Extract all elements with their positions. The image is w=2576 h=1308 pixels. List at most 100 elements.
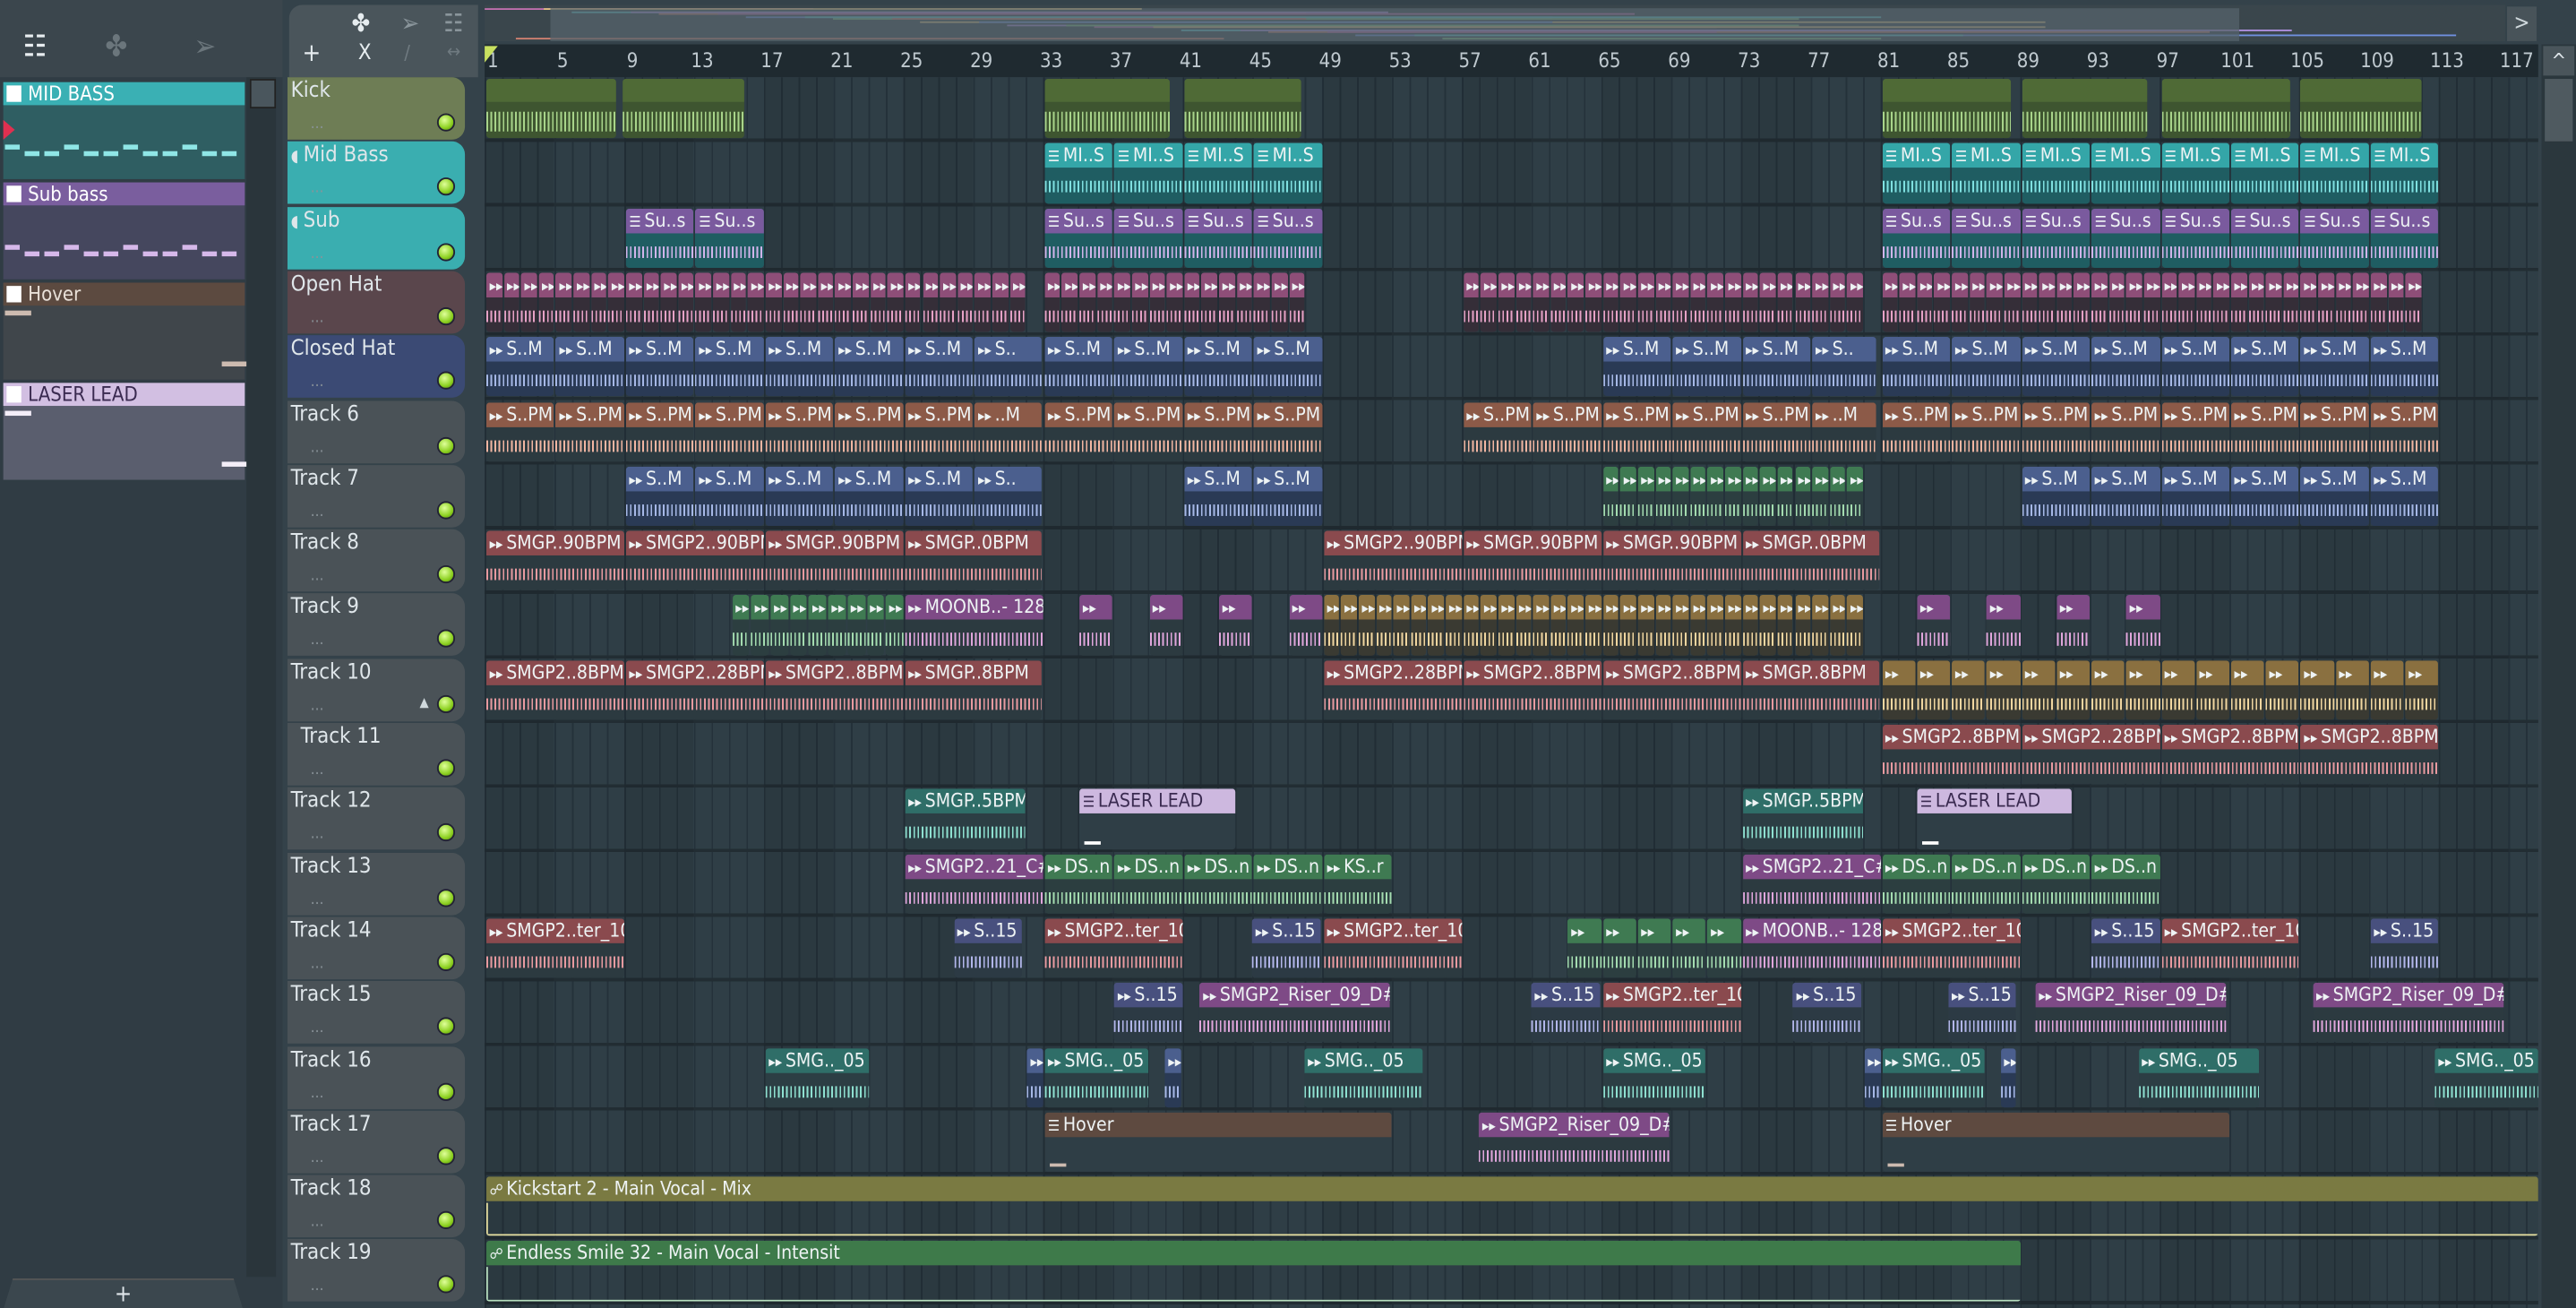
- playlist-clip[interactable]: ▸▸ S..PM: [1882, 401, 1951, 462]
- playlist-clip[interactable]: ▸▸: [940, 272, 956, 332]
- playlist-clip[interactable]: ▸▸ DS..n: [1114, 854, 1183, 914]
- playlist-clip[interactable]: ▸▸ S..M: [1184, 466, 1253, 527]
- playlist-clip[interactable]: ▸▸: [1079, 595, 1113, 656]
- automation-icon[interactable]: ➢: [193, 30, 216, 65]
- playlist-clip[interactable]: ▸▸ S..PM: [905, 401, 974, 462]
- add-pattern-button[interactable]: +: [3, 1278, 244, 1308]
- track-header[interactable]: Track 14…: [287, 916, 466, 979]
- playlist-clip[interactable]: ▸▸: [1516, 595, 1532, 656]
- playlist-clip[interactable]: ▸▸: [1567, 595, 1584, 656]
- playlist-clip[interactable]: ▸▸: [1585, 595, 1601, 656]
- playlist-clip[interactable]: ▸▸ SMGP..90BPM: [1463, 530, 1601, 591]
- playlist-clip[interactable]: ▸▸: [2213, 272, 2229, 332]
- playlist-clip[interactable]: ▸▸: [922, 272, 939, 332]
- playlist-clip[interactable]: ▸▸: [1829, 466, 1846, 527]
- playlist-clip[interactable]: ▸▸ S..PM: [1672, 401, 1741, 462]
- playlist-clip[interactable]: ☰ Su..s: [1253, 208, 1323, 268]
- track-mute-led[interactable]: [436, 1081, 456, 1100]
- playlist-clip[interactable]: ▸▸ S..M: [2300, 337, 2369, 397]
- scroll-right-button[interactable]: >: [2506, 6, 2537, 41]
- playlist-clip[interactable]: ▸▸: [887, 272, 904, 332]
- track-mute-led[interactable]: [436, 565, 456, 584]
- track-menu-dots[interactable]: …: [311, 762, 324, 779]
- track-header[interactable]: Track 15…: [287, 981, 466, 1045]
- playlist-clip[interactable]: ☰ Su..s: [2370, 208, 2439, 268]
- playlist-clip[interactable]: ▸▸: [992, 272, 1009, 332]
- stretch-icon[interactable]: ↔: [447, 41, 460, 63]
- playlist-clip[interactable]: ▸▸: [1271, 272, 1288, 332]
- playlist-clip[interactable]: ▸▸ S..PM: [555, 401, 624, 462]
- playlist-clip[interactable]: ▸▸: [1219, 595, 1253, 656]
- playlist-clip[interactable]: ▸▸: [1742, 595, 1759, 656]
- playlist-clip[interactable]: ▸▸ S..15: [1252, 918, 1321, 978]
- playlist-clip[interactable]: ▸▸: [847, 595, 865, 656]
- playlist-clip[interactable]: ▸▸ SMG.._05: [2138, 1047, 2260, 1107]
- playlist-clip[interactable]: ▸▸: [783, 272, 799, 332]
- playlist-clip[interactable]: [2300, 79, 2422, 139]
- playlist-clip[interactable]: ▸▸: [625, 272, 642, 332]
- playlist-clip[interactable]: ▸▸: [975, 272, 991, 332]
- playlist-clip[interactable]: ▸▸ S..15: [1792, 983, 1861, 1043]
- playlist-clip[interactable]: ▸▸ S..M: [905, 466, 974, 527]
- playlist-clip[interactable]: ☰ Su..s: [2300, 208, 2369, 268]
- playlist-clip[interactable]: ▸▸ S..M: [2160, 466, 2229, 527]
- playlist-clip[interactable]: ▸▸: [2125, 272, 2142, 332]
- playlist-clip[interactable]: ▸▸ S..PM: [765, 401, 834, 462]
- playlist-clip[interactable]: ▸▸: [1899, 272, 1916, 332]
- playlist-clip[interactable]: ▸▸ S..M: [1044, 337, 1113, 397]
- playlist-clip[interactable]: ▸▸ S..M: [2160, 337, 2229, 397]
- playlist-clip[interactable]: ▸▸ S..PM: [1952, 401, 2021, 462]
- playlist-clip[interactable]: ▸▸ S..PM: [2300, 401, 2369, 462]
- track-menu-dots[interactable]: …: [311, 440, 324, 456]
- playlist-clip[interactable]: ▸▸: [503, 272, 520, 332]
- playlist-clip[interactable]: ▸▸: [1812, 595, 1828, 656]
- playlist-clip[interactable]: ▸▸: [1236, 272, 1253, 332]
- playlist-clip[interactable]: ▸▸ S..M: [765, 466, 834, 527]
- playlist-clip[interactable]: ▸▸ S..M: [1672, 337, 1741, 397]
- playlist-clip[interactable]: ▸▸ SMGP2..8BPM: [485, 659, 624, 720]
- playlist-clip[interactable]: ☰ Su..s: [1184, 208, 1253, 268]
- playlist-clip[interactable]: ☰ MI..S: [2091, 143, 2160, 203]
- playlist-clip[interactable]: ▸▸: [1794, 595, 1811, 656]
- playlist-clip[interactable]: ▸▸: [643, 272, 659, 332]
- playlist-clip[interactable]: ▸▸: [2160, 272, 2177, 332]
- track-mute-led[interactable]: [436, 177, 456, 196]
- playlist-clip[interactable]: ▸▸ S..M: [2370, 466, 2439, 527]
- playlist-clip[interactable]: ▸▸: [1463, 272, 1480, 332]
- playlist-clip[interactable]: ▸▸ S..PM: [2160, 401, 2229, 462]
- playlist-clip[interactable]: [2160, 79, 2291, 139]
- playlist-clip[interactable]: ▸▸ S..M: [695, 466, 764, 527]
- playlist-clip[interactable]: ▸▸: [1026, 1047, 1043, 1107]
- track-menu-dots[interactable]: …: [311, 1215, 324, 1231]
- playlist-clip[interactable]: ▸▸ S..M: [625, 466, 694, 527]
- playlist-clip[interactable]: ▸▸: [770, 595, 788, 656]
- playlist-clip[interactable]: ▸▸ SMG.._05: [1602, 1047, 1706, 1107]
- playlist-clip[interactable]: ▸▸: [809, 595, 827, 656]
- playlist-clip[interactable]: ▸▸: [1882, 659, 1916, 720]
- playlist-clip[interactable]: ▸▸ SMGP2..21_C#: [1742, 854, 1881, 914]
- playlist-clip[interactable]: ▸▸: [2283, 272, 2299, 332]
- picker-scrollbar[interactable]: [246, 77, 277, 1278]
- track-menu-dots[interactable]: …: [311, 569, 324, 585]
- timeline-ruler[interactable]: 1 5 9 13 17 21 25 29 33 37 41 45 49 53 57 61 65 69 73 77 81 8…: [485, 44, 2538, 78]
- playlist-clip[interactable]: ▸▸ SMGP2..ter_10: [1323, 918, 1462, 978]
- playlist-clip[interactable]: ▸▸ SMGP2..8BPM: [765, 659, 904, 720]
- playlist-clip[interactable]: ▸▸ SMGP2_Riser_09_D#: [1479, 1112, 1670, 1172]
- track-menu-dots[interactable]: …: [311, 1150, 324, 1166]
- track-menu-dots[interactable]: …: [311, 181, 324, 197]
- playlist-clip[interactable]: ▸▸: [1759, 466, 1776, 527]
- playlist-clip[interactable]: ▸▸: [730, 272, 747, 332]
- playlist-clip[interactable]: ▸▸: [678, 272, 694, 332]
- playlist-clip[interactable]: ▸▸ S..PM: [1463, 401, 1532, 462]
- playlist-clip[interactable]: ▸▸ S..: [975, 466, 1042, 527]
- playlist-clip[interactable]: ▸▸: [1219, 272, 1235, 332]
- playlist-clip[interactable]: ▸▸: [538, 272, 554, 332]
- playlist-clip[interactable]: ▸▸: [1707, 918, 1741, 978]
- playlist-grid[interactable]: ☰ MI..S ☰ MI..S ☰ MI..S ☰ MI..S ☰ MI..S ☰ MI..S ☰ MI.…: [485, 77, 2538, 1308]
- track-mute-led[interactable]: [436, 306, 456, 325]
- track-mute-led[interactable]: [436, 694, 456, 713]
- playlist-clip[interactable]: ▸▸: [1724, 595, 1741, 656]
- playlist-clip[interactable]: ▸▸: [748, 272, 764, 332]
- playlist-clip[interactable]: ▸▸: [1655, 466, 1671, 527]
- playlist-clip[interactable]: ▸▸ SMG.._05: [765, 1047, 869, 1107]
